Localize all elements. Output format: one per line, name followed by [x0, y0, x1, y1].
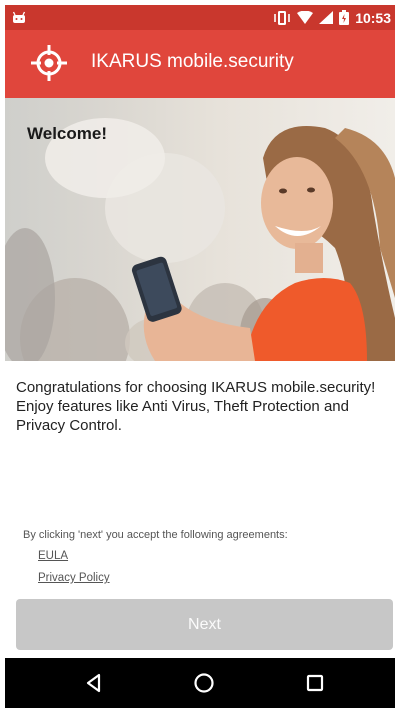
- intro-text: Congratulations for choosing IKARUS mobi…: [16, 379, 376, 434]
- vibrate-icon: [274, 10, 290, 25]
- eula-link[interactable]: EULA: [38, 550, 68, 562]
- navigation-bar: [5, 658, 395, 708]
- status-bar: 10:53: [5, 5, 395, 30]
- app-bar: IKARUS mobile.security: [5, 30, 395, 98]
- next-button[interactable]: Next: [16, 599, 393, 650]
- welcome-heading: Welcome!: [27, 124, 107, 143]
- screen: 10:53 IKARUS mobile.security Welcome! Co…: [5, 5, 395, 708]
- home-icon: [194, 673, 214, 693]
- app-title: IKARUS mobile.security: [91, 51, 294, 72]
- back-button[interactable]: [81, 670, 107, 696]
- battery-icon: [339, 10, 350, 25]
- recents-button[interactable]: [302, 670, 328, 696]
- recents-icon: [306, 674, 324, 692]
- privacy-policy-link[interactable]: Privacy Policy: [38, 572, 110, 584]
- signal-icon: [319, 11, 334, 24]
- hero-image: Welcome!: [5, 98, 395, 361]
- status-time: 10:53: [355, 9, 391, 26]
- wifi-icon: [297, 11, 314, 24]
- home-button[interactable]: [191, 670, 217, 696]
- crosshair-icon: [31, 45, 67, 81]
- agreements-label: By clicking 'next' you accept the follow…: [23, 529, 288, 541]
- android-notification-icon: [12, 11, 26, 23]
- back-icon: [86, 673, 101, 693]
